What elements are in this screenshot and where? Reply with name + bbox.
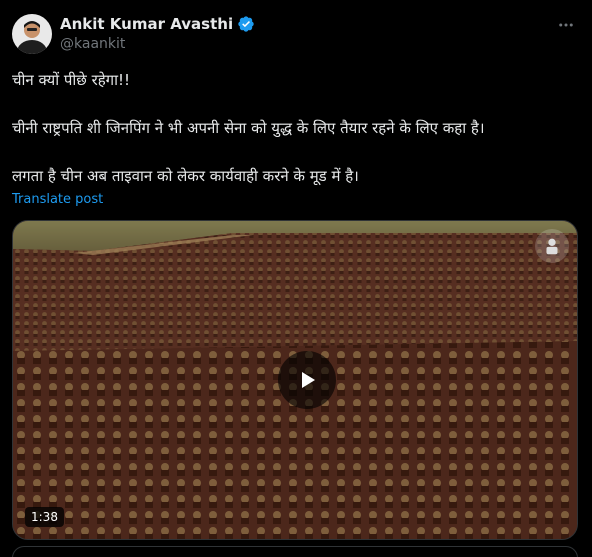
avatar-photo-icon bbox=[12, 14, 52, 54]
video-duration: 1:38 bbox=[25, 507, 64, 527]
more-options-button[interactable] bbox=[554, 14, 578, 36]
translate-post-link[interactable]: Translate post bbox=[12, 192, 103, 207]
author-display-name[interactable]: Ankit Kumar Avasthi bbox=[60, 15, 233, 33]
next-card-edge bbox=[12, 546, 578, 557]
author-name-row: Ankit Kumar Avasthi bbox=[60, 14, 255, 34]
author-avatar[interactable] bbox=[12, 14, 52, 54]
more-options-icon bbox=[559, 23, 573, 27]
video-player[interactable]: 1:38 bbox=[12, 220, 578, 540]
channel-watermark bbox=[535, 229, 569, 263]
post-text-line-1: चीन क्यों पीछे रहेगा!! bbox=[12, 71, 131, 89]
author-handle[interactable]: @kaankit bbox=[60, 36, 125, 52]
post-card: Ankit Kumar Avasthi @kaankit चीन क्यों प… bbox=[0, 0, 592, 557]
watermark-icon bbox=[546, 238, 558, 255]
play-icon bbox=[302, 372, 315, 388]
post-text-line-2: चीनी राष्ट्रपति शी जिनपिंग ने भी अपनी से… bbox=[12, 119, 485, 137]
play-button[interactable] bbox=[278, 351, 336, 409]
verified-badge-icon bbox=[238, 16, 254, 32]
post-text-line-3: लगता है चीन अब ताइवान को लेकर कार्यवाही … bbox=[12, 167, 359, 185]
